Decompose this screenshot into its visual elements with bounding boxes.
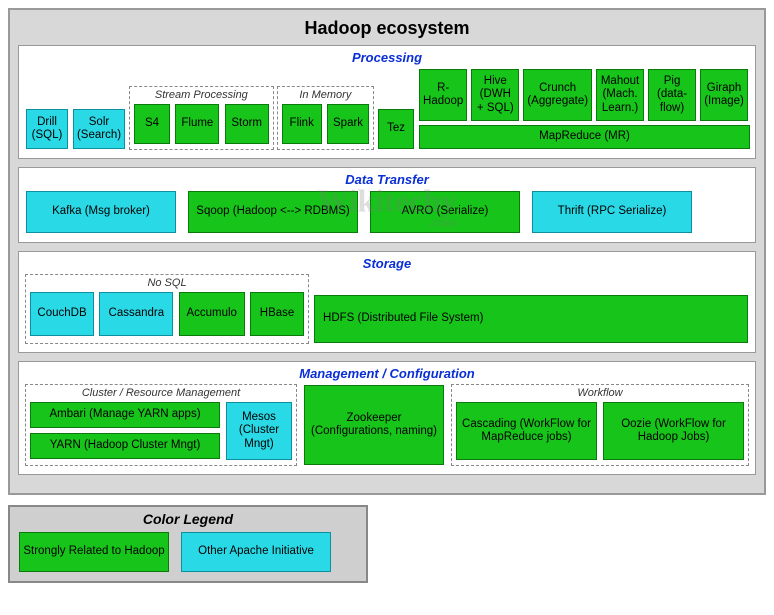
box-zookeeper: Zookeeper (Configurations, naming) (304, 385, 444, 465)
mgmt-section: Management / Configuration Cluster / Res… (18, 361, 756, 475)
box-s4: S4 (134, 104, 170, 144)
box-sqoop: Sqoop (Hadoop <--> RDBMS) (188, 191, 358, 233)
stream-title: Stream Processing (133, 89, 270, 101)
box-pig: Pig (data-flow) (648, 69, 696, 121)
storage-title: Storage (25, 256, 749, 271)
box-hdfs: HDFS (Distributed File System) (314, 295, 748, 343)
box-mapreduce: MapReduce (MR) (419, 125, 750, 149)
box-cascading: Cascading (WorkFlow for MapReduce jobs) (456, 402, 597, 460)
processing-right: R-Hadoop Hive (DWH + SQL) Crunch (Aggreg… (418, 68, 749, 150)
box-yarn: YARN (Hadoop Cluster Mngt) (30, 433, 220, 459)
main-title: Hadoop ecosystem (18, 18, 756, 39)
workflow-group: Workflow Cascading (WorkFlow for MapRedu… (451, 384, 749, 466)
box-thrift: Thrift (RPC Serialize) (532, 191, 692, 233)
ecosystem-frame: Hadoop ecosystem Processing Drill (SQL) … (8, 8, 766, 495)
box-hive: Hive (DWH + SQL) (471, 69, 519, 121)
legend-cyan: Other Apache Initiative (181, 532, 331, 572)
box-avro: AVRO (Serialize) (370, 191, 520, 233)
box-drill: Drill (SQL) (26, 109, 68, 149)
legend-title: Color Legend (18, 511, 358, 527)
box-kafka: Kafka (Msg broker) (26, 191, 176, 233)
processing-section: Processing Drill (SQL) Solr (Search) Str… (18, 45, 756, 159)
box-flume: Flume (175, 104, 219, 144)
cluster-group: Cluster / Resource Management Ambari (Ma… (25, 384, 297, 466)
legend-green: Strongly Related to Hadoop (19, 532, 169, 572)
dt-title: Data Transfer (25, 172, 749, 187)
box-cassandra: Cassandra (99, 292, 173, 336)
box-storm: Storm (225, 104, 269, 144)
box-spark: Spark (327, 104, 369, 144)
box-ambari: Ambari (Manage YARN apps) (30, 402, 220, 428)
nosql-group: No SQL CouchDB Cassandra Accumulo HBase (25, 274, 309, 344)
box-crunch: Crunch (Aggregate) (523, 69, 592, 121)
box-tez: Tez (378, 109, 414, 149)
cluster-title: Cluster / Resource Management (29, 387, 293, 399)
box-rhadoop: R-Hadoop (419, 69, 467, 121)
processing-title: Processing (25, 50, 749, 65)
box-mesos: Mesos (Cluster Mngt) (226, 402, 292, 460)
mgmt-title: Management / Configuration (25, 366, 749, 381)
workflow-title: Workflow (455, 387, 745, 399)
nosql-title: No SQL (29, 277, 305, 289)
data-transfer-section: Data Transfer Kafka (Msg broker) Sqoop (… (18, 167, 756, 243)
in-memory-group: In Memory Flink Spark (277, 86, 374, 150)
box-accumulo: Accumulo (179, 292, 245, 336)
box-couchdb: CouchDB (30, 292, 94, 336)
box-solr: Solr (Search) (73, 109, 125, 149)
color-legend: Color Legend Strongly Related to Hadoop … (8, 505, 368, 583)
stream-processing-group: Stream Processing S4 Flume Storm (129, 86, 274, 150)
box-flink: Flink (282, 104, 322, 144)
storage-section: Storage No SQL CouchDB Cassandra Accumul… (18, 251, 756, 353)
box-mahout: Mahout (Mach. Learn.) (596, 69, 644, 121)
box-hbase: HBase (250, 292, 304, 336)
box-giraph: Giraph (Image) (700, 69, 748, 121)
box-oozie: Oozie (WorkFlow for Hadoop Jobs) (603, 402, 744, 460)
inmem-title: In Memory (281, 89, 370, 101)
